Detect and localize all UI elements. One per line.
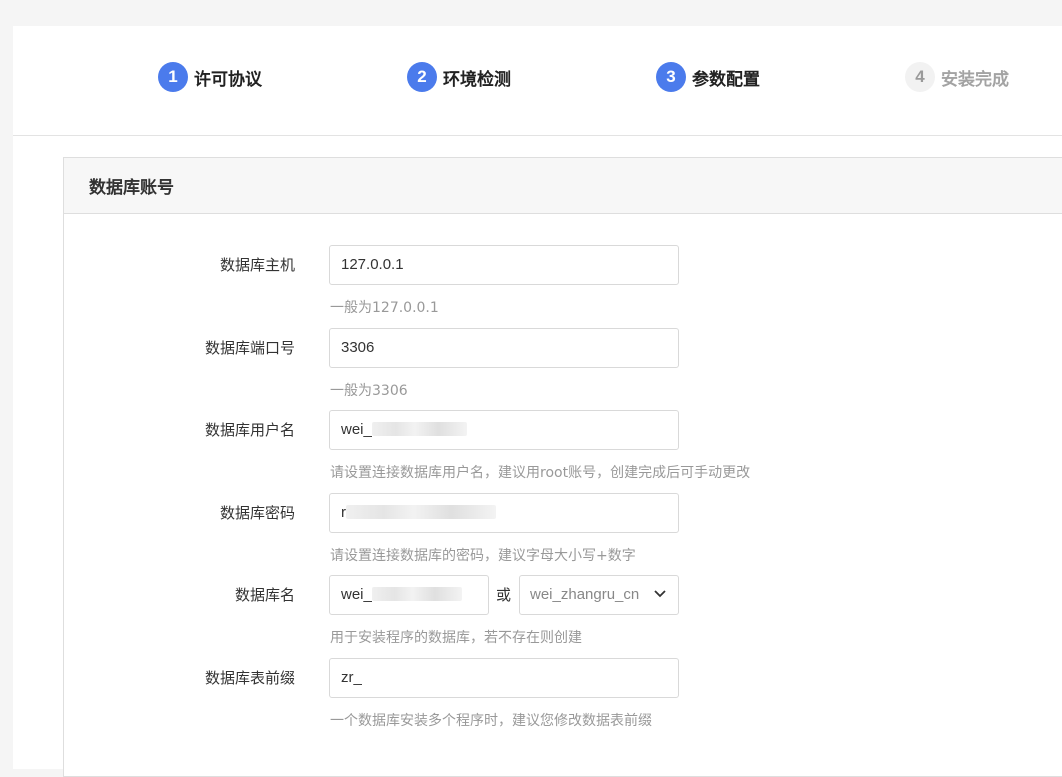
password-input[interactable]: r (329, 493, 679, 533)
redacted-text (346, 504, 496, 519)
step-number: 4 (905, 62, 935, 92)
host-label: 数据库主机 (219, 256, 295, 274)
panel-header: 数据库账号 (64, 158, 1062, 214)
step-label: 参数配置 (692, 69, 760, 90)
prefix-input[interactable]: zr_ (329, 658, 679, 698)
dbname-input[interactable]: wei_ (329, 575, 489, 615)
user-label: 数据库用户名 (204, 421, 295, 439)
password-label: 数据库密码 (219, 504, 295, 522)
chevron-down-icon (654, 590, 666, 598)
step-complete: 4 安装完成 (905, 62, 1009, 92)
step-license: 1 许可协议 (158, 62, 262, 92)
port-hint: 一般为3306 (330, 383, 408, 399)
step-environment: 2 环境检测 (407, 62, 511, 92)
step-number: 3 (656, 62, 686, 92)
step-number: 1 (158, 62, 188, 92)
host-hint: 一般为127.0.0.1 (330, 300, 439, 316)
host-input[interactable]: 127.0.0.1 (329, 245, 679, 285)
prefix-label: 数据库表前缀 (204, 669, 295, 687)
user-hint: 请设置连接数据库用户名，建议用root账号，创建完成后可手动更改 (330, 465, 751, 481)
port-label: 数据库端口号 (204, 339, 295, 357)
redacted-text (371, 586, 462, 601)
database-account-panel: 数据库账号 数据库主机 127.0.0.1 一般为127.0.0.1 数据库端口… (63, 157, 1062, 777)
dbname-hint: 用于安装程序的数据库，若不存在则创建 (330, 630, 582, 646)
step-label: 许可协议 (194, 69, 262, 90)
prefix-hint: 一个数据库安装多个程序时，建议您修改数据表前缀 (330, 713, 652, 729)
step-label: 环境检测 (443, 69, 511, 90)
install-steps: 1 许可协议 2 环境检测 3 参数配置 4 安装完成 (13, 26, 1062, 136)
dbname-label: 数据库名 (234, 586, 295, 604)
panel-title: 数据库账号 (89, 178, 174, 198)
or-text: 或 (496, 586, 512, 604)
redacted-text (371, 421, 467, 436)
port-input[interactable]: 3306 (329, 328, 679, 368)
user-input[interactable]: wei_ (329, 410, 679, 450)
dbname-select[interactable]: wei_zhangru_cn (519, 575, 679, 615)
password-hint: 请设置连接数据库的密码，建议字母大小写+数字 (330, 548, 636, 564)
step-label: 安装完成 (941, 69, 1009, 90)
step-number: 2 (407, 62, 437, 92)
step-config: 3 参数配置 (656, 62, 760, 92)
